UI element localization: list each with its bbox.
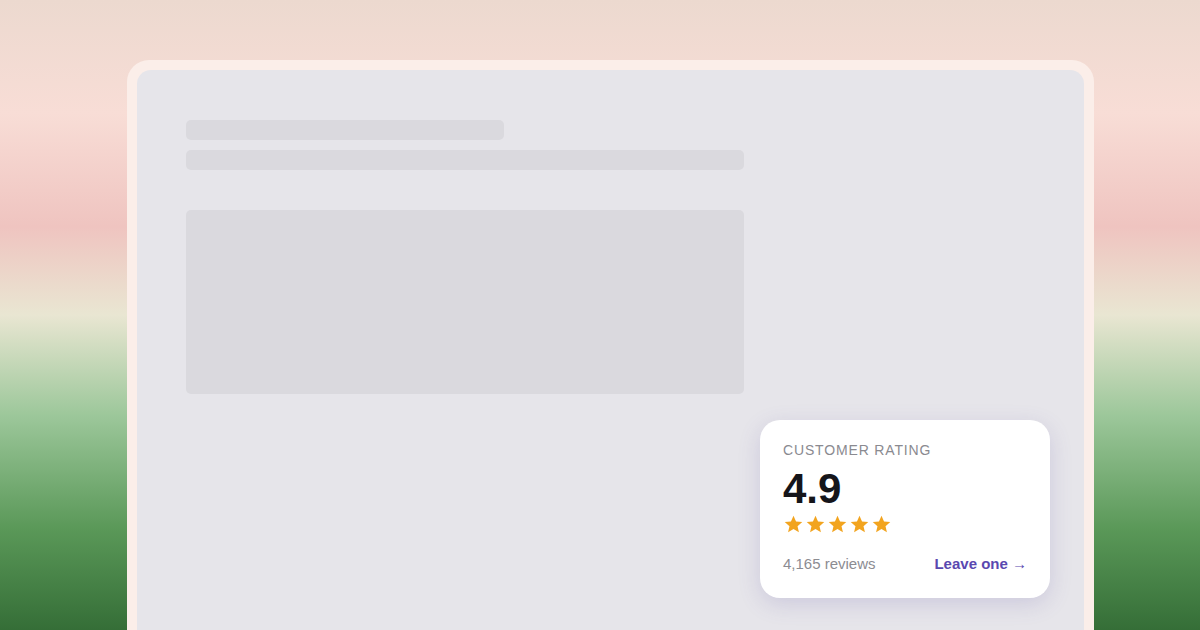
review-count: 4,165 reviews: [783, 553, 876, 576]
skeleton-subtitle: [186, 150, 744, 170]
star-icon: [849, 514, 870, 535]
rating-card: CUSTOMER RATING 4.9 4,165 reviews Leave …: [760, 420, 1050, 598]
app-frame: CUSTOMER RATING 4.9 4,165 reviews Leave …: [127, 60, 1094, 630]
star-icon: [827, 514, 848, 535]
star-icon: [871, 514, 892, 535]
skeleton-title: [186, 120, 504, 140]
rating-value: 4.9: [783, 466, 1027, 512]
app-panel: CUSTOMER RATING 4.9 4,165 reviews Leave …: [137, 70, 1084, 630]
star-icon: [783, 514, 804, 535]
leave-review-link[interactable]: Leave one →: [934, 553, 1027, 576]
rating-label: CUSTOMER RATING: [783, 442, 1027, 458]
star-row: [783, 514, 1027, 535]
star-icon: [805, 514, 826, 535]
skeleton-block: [186, 210, 744, 394]
